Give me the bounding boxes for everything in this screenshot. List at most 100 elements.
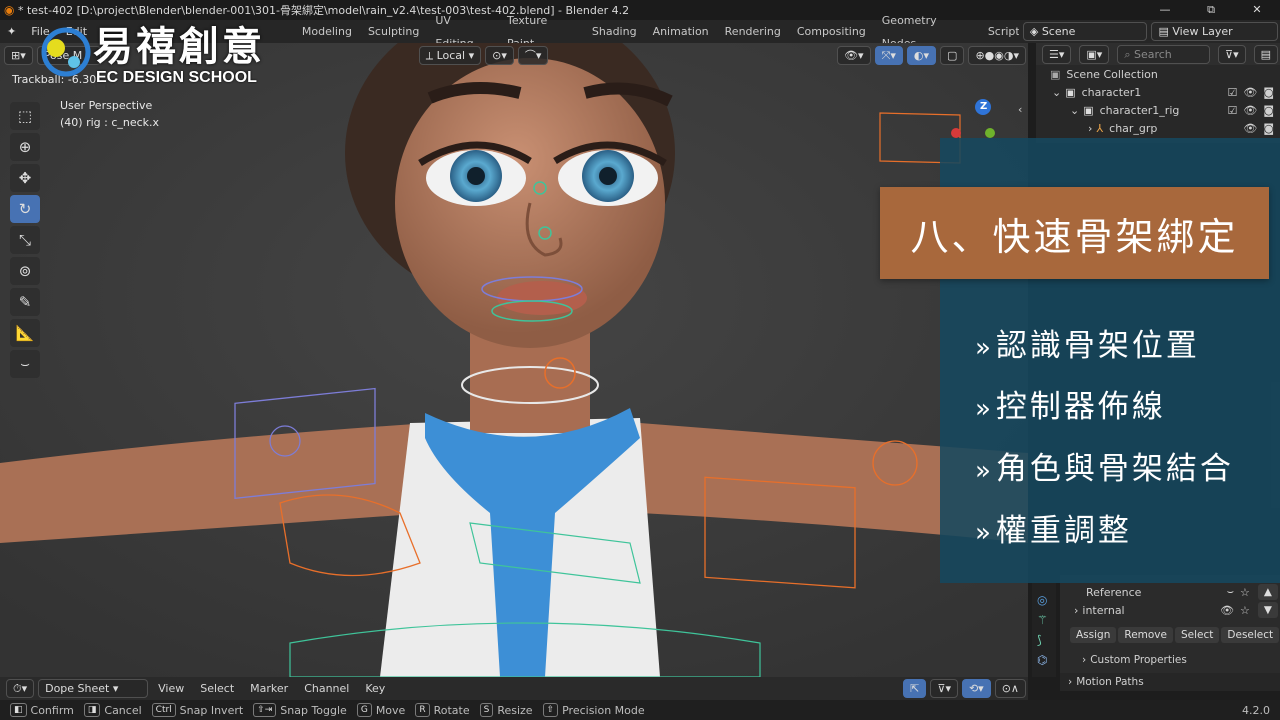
close-icon[interactable]: ✕	[1234, 0, 1280, 20]
proportional-editing-icon[interactable]: ⊙∧	[994, 679, 1026, 698]
bullet-chevron-icon: »	[975, 456, 994, 486]
editor-type-button[interactable]: ⊞▾	[4, 45, 33, 65]
bone-collection-internal[interactable]: › internal 👁 ☆ ▼	[1060, 601, 1280, 619]
filter-icon[interactable]: ⊽▾	[1218, 44, 1246, 64]
bone-constraint-tab-icon[interactable]: ⟆	[1037, 633, 1051, 647]
cursor-icon[interactable]: ⊕	[10, 133, 40, 161]
status-rotate: Rotate	[433, 703, 470, 717]
viewport-3d[interactable]: ⊞▾ Pose M ⟂ Local ▾ ⊙▾ ⌒▾ 👁▾ ⤧▾ ◐▾ ▢ ⊕●◉…	[0, 43, 1028, 677]
tab-animation[interactable]: Animation	[645, 20, 717, 43]
checkbox-icon[interactable]: ☑	[1227, 86, 1237, 99]
eye-icon[interactable]: 👁	[1243, 104, 1257, 117]
expand-icon[interactable]: ⌄	[1070, 104, 1079, 117]
tab-rendering[interactable]: Rendering	[717, 20, 789, 43]
minimize-icon[interactable]: —	[1142, 0, 1188, 20]
outliner-search-input[interactable]: ⌕ Search	[1117, 44, 1211, 64]
tab-shading[interactable]: Shading	[584, 20, 645, 43]
blender-menu-icon[interactable]: ✦	[0, 25, 23, 38]
star-icon[interactable]: ☆	[1240, 604, 1250, 617]
move-down-icon[interactable]: ▼	[1257, 602, 1278, 618]
custom-properties-panel[interactable]: › Custom Properties	[1060, 651, 1280, 669]
menu-select[interactable]: Select	[192, 677, 242, 700]
bullet-chevron-icon: »	[975, 518, 994, 548]
overlay-icon[interactable]: ◐▾	[906, 45, 937, 65]
bone-tab-icon[interactable]: ⚚	[1037, 613, 1051, 627]
tab-compositing[interactable]: Compositing	[789, 20, 874, 43]
transform-orientation[interactable]: ⟂ Local ▾	[418, 45, 482, 65]
outliner-row-char-grp[interactable]: › ⅄ char_grp 👁 ◙	[1036, 119, 1280, 137]
sidebar-toggle-icon[interactable]: ‹	[1018, 103, 1022, 116]
rotate-icon[interactable]: ↻	[10, 195, 40, 223]
assign-button[interactable]: Assign	[1070, 627, 1117, 643]
character-render	[0, 43, 1028, 677]
menu-channel[interactable]: Channel	[296, 677, 357, 700]
data-tab-icon[interactable]: ⌬	[1037, 653, 1051, 667]
measure-icon[interactable]: 📐	[10, 319, 40, 347]
menu-marker[interactable]: Marker	[242, 677, 296, 700]
properties-panel: Reference ⌣ ☆ ▲ › internal 👁 ☆ ▼ Assign …	[1060, 575, 1280, 691]
gizmo-icon[interactable]: ⤧▾	[874, 45, 903, 65]
eye-icon[interactable]: 👁	[1243, 122, 1257, 135]
menu-key[interactable]: Key	[357, 677, 393, 700]
course-bullet: »控制器佈線	[975, 381, 1166, 426]
collection-icon: ▣	[1083, 103, 1094, 117]
hidden-icon[interactable]: ⌣	[1227, 585, 1234, 599]
course-bullet: »權重調整	[975, 505, 1132, 550]
eye-icon[interactable]: 👁	[1220, 604, 1234, 617]
snapping-icon[interactable]: ⟲▾	[961, 679, 991, 698]
constraint-tab-icon[interactable]: ◎	[1037, 593, 1051, 607]
dope-sheet-mode-selector[interactable]: Dope Sheet ▾	[38, 679, 149, 698]
tab-scripting[interactable]: Scripti	[980, 20, 1019, 43]
status-bar: ◧ Confirm ◨ Cancel Ctrl Snap Invert ⇧⇥ Snap …	[0, 700, 1280, 720]
display-mode-icon[interactable]: ▣▾	[1079, 44, 1110, 64]
move-up-icon[interactable]: ▲	[1257, 584, 1278, 600]
restore-button[interactable]: ⧉	[1188, 0, 1234, 20]
move-icon[interactable]: ✥	[10, 164, 40, 192]
view-layer-selector[interactable]: ▤ View Layer	[1151, 22, 1278, 41]
course-chapter-title: 八、快速骨架綁定	[880, 187, 1269, 279]
scale-icon[interactable]: ⤡	[10, 226, 40, 254]
menu-view[interactable]: View	[150, 677, 192, 700]
filter-icon[interactable]: ⊽▾	[930, 679, 958, 698]
outliner-editor-icon[interactable]: ☰▾	[1042, 44, 1072, 64]
camera-icon[interactable]: ◙	[1263, 122, 1274, 135]
select-box-icon[interactable]: ⬚	[10, 102, 40, 130]
camera-icon[interactable]: ◙	[1263, 86, 1274, 99]
only-selected-icon[interactable]: ⇱	[903, 679, 927, 698]
relax-pose-icon[interactable]: ⌣	[10, 350, 40, 378]
eye-icon[interactable]: 👁	[1243, 86, 1257, 99]
expand-icon[interactable]: ›	[1074, 604, 1078, 617]
xray-icon[interactable]: ▢	[940, 45, 965, 65]
star-icon[interactable]: ☆	[1240, 586, 1250, 599]
scene-selector[interactable]: ◈ Scene	[1022, 22, 1148, 41]
visibility-icon[interactable]: 👁▾	[837, 45, 871, 65]
shading-modes-icon[interactable]: ⊕●◉◑▾	[968, 45, 1026, 65]
pivot-point-icon[interactable]: ⊙▾	[485, 45, 514, 65]
tool-shelf: ⬚ ⊕ ✥ ↻ ⤡ ⊚ ✎ 📐 ⌣	[8, 99, 42, 389]
tab-modeling[interactable]: Modeling	[294, 20, 360, 43]
dope-sheet-label: Dope Sheet	[45, 682, 110, 695]
gizmo-z-label[interactable]: Z	[980, 101, 987, 112]
outliner-row-scene-collection[interactable]: ▣ Scene Collection	[1036, 65, 1280, 83]
expand-icon[interactable]: ›	[1082, 654, 1086, 666]
select-button[interactable]: Select	[1175, 627, 1220, 643]
expand-icon[interactable]: ⌄	[1052, 86, 1061, 99]
editor-type-button[interactable]: ⏱▾	[6, 679, 35, 698]
outliner-row-character1-rig[interactable]: ⌄ ▣ character1_rig ☑ 👁 ◙	[1036, 101, 1280, 119]
deselect-button[interactable]: Deselect	[1221, 627, 1280, 643]
remove-button[interactable]: Remove	[1118, 627, 1173, 643]
bone-collection-reference[interactable]: Reference ⌣ ☆ ▲	[1060, 583, 1280, 601]
expand-icon[interactable]: ›	[1068, 676, 1072, 688]
outliner-row-character1[interactable]: ⌄ ▣ character1 ☑ 👁 ◙	[1036, 83, 1280, 101]
new-collection-icon[interactable]: ▤	[1253, 44, 1278, 64]
annotate-icon[interactable]: ✎	[10, 288, 40, 316]
snap-icon[interactable]: ⌒▾	[517, 45, 549, 65]
view-layer-label: View Layer	[1172, 25, 1233, 38]
checkbox-icon[interactable]: ☑	[1227, 104, 1237, 117]
transform-icon[interactable]: ⊚	[10, 257, 40, 285]
tab-sculpting[interactable]: Sculpting	[360, 20, 427, 43]
status-confirm: Confirm	[30, 703, 74, 717]
expand-icon[interactable]: ›	[1088, 122, 1092, 135]
camera-icon[interactable]: ◙	[1263, 104, 1274, 117]
motion-paths-panel[interactable]: › Motion Paths	[1060, 673, 1280, 691]
